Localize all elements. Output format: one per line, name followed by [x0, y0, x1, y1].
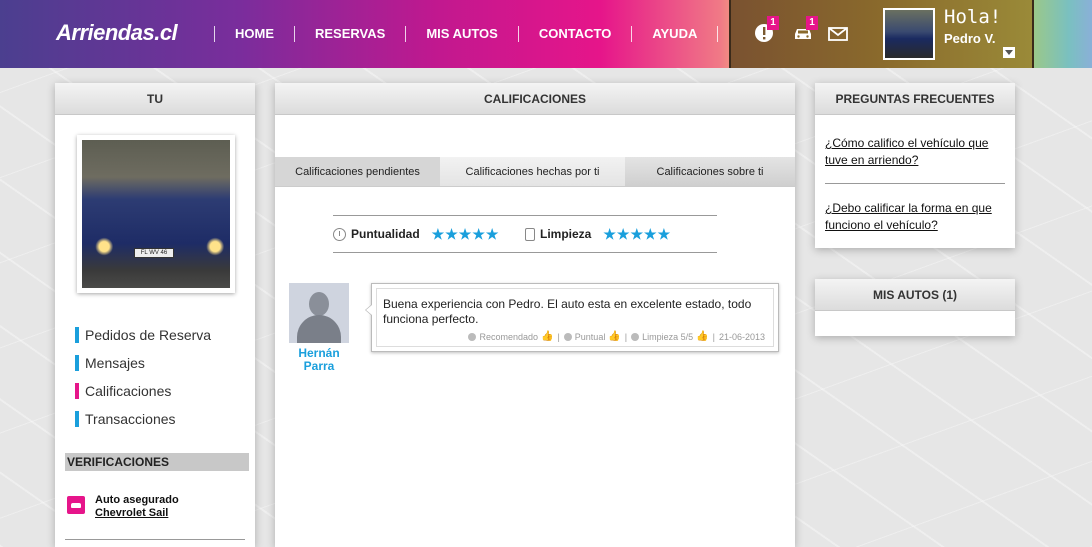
verifications-title: VERIFICACIONES — [65, 453, 249, 471]
rating-label: Limpieza — [540, 227, 592, 241]
nav-mis-autos[interactable]: MIS AUTOS — [406, 26, 518, 42]
star-rating: ★★★★★ — [603, 225, 672, 242]
faq-link-calificar-vehiculo[interactable]: ¿Cómo califico el vehículo que tuve en a… — [825, 135, 1005, 169]
nav-ayuda[interactable]: AYUDA — [632, 26, 717, 42]
left-panel: TU FL WV 46 Pedidos de Reserva Mensajes … — [55, 83, 255, 547]
avatar-head — [309, 292, 329, 316]
thumbs-up-icon: 👍 — [696, 331, 709, 342]
reviewer-name[interactable]: Hernán Parra — [289, 347, 349, 373]
clock-icon — [563, 332, 572, 341]
review-text: Buena experiencia con Pedro. El auto est… — [383, 297, 752, 326]
rating-puntualidad: Puntualidad ★★★★★ — [333, 226, 525, 243]
thumbs-up-icon: 👍 — [541, 331, 554, 342]
main-panel-title: CALIFICACIONES — [275, 83, 795, 115]
rating-summary: Puntualidad ★★★★★ Limpieza ★★★★★ — [333, 215, 717, 253]
review-card: Buena experiencia con Pedro. El auto est… — [365, 283, 779, 352]
greeting-text: Hola! — [944, 6, 1002, 28]
main-nav: HOME RESERVAS MIS AUTOS CONTACTO AYUDA — [214, 26, 719, 42]
rating-limpieza: Limpieza ★★★★★ — [525, 226, 717, 243]
user-icon — [468, 332, 477, 341]
menu-item-label: Pedidos de Reserva — [85, 327, 212, 343]
faq-title: PREGUNTAS FRECUENTES — [815, 83, 1015, 115]
my-cars-panel: MIS AUTOS (1) — [815, 279, 1015, 336]
nav-reservas[interactable]: RESERVAS — [295, 26, 405, 42]
left-panel-title: TU — [55, 83, 255, 115]
review-date: 21-06-2013 — [718, 331, 765, 342]
rating-tabs: Calificaciones pendientes Calificaciones… — [275, 157, 795, 187]
review-meta: Recomendado 👍 | Puntual 👍 | Limpieza 5/5… — [468, 331, 765, 342]
user-avatar[interactable] — [883, 8, 935, 60]
review-card-inner: Buena experiencia con Pedro. El auto est… — [376, 288, 774, 347]
nav-separator — [717, 26, 719, 42]
meta-limpieza: Limpieza 5/5 — [642, 331, 694, 342]
tab-sobre-ti[interactable]: Calificaciones sobre ti — [625, 157, 795, 186]
nav-contacto[interactable]: CONTACTO — [519, 26, 631, 42]
avatar-body — [297, 315, 341, 343]
site-logo[interactable]: Arriendas.cl — [56, 20, 178, 46]
menu-item-pedidos[interactable]: Pedidos de Reserva — [75, 321, 211, 349]
side-menu: Pedidos de Reserva Mensajes Calificacion… — [75, 321, 211, 433]
header-end-strip — [1034, 0, 1092, 68]
verification-label: Auto asegurado — [95, 494, 179, 506]
star-rating: ★★★★★ — [431, 225, 500, 242]
divider — [825, 183, 1005, 184]
meta-separator: | — [557, 331, 560, 342]
mail-icon[interactable] — [827, 22, 849, 44]
tab-hechas-por-ti[interactable]: Calificaciones hechas por ti — [440, 157, 625, 186]
verification-item: Auto asegurado Chevrolet Sail — [67, 494, 179, 520]
menu-item-label: Calificaciones — [85, 383, 172, 399]
thumbs-up-icon: 👍 — [608, 331, 621, 342]
verification-text: Auto asegurado Chevrolet Sail — [95, 494, 179, 520]
faq-link-calificar-funcionamiento[interactable]: ¿Debo calificar la forma en que funciono… — [825, 200, 1005, 234]
tab-pendientes[interactable]: Calificaciones pendientes — [275, 157, 440, 186]
car-image: FL WV 46 — [82, 140, 230, 288]
divider — [65, 539, 245, 540]
meta-recomendado: Recomendado — [479, 331, 538, 342]
menu-marker — [75, 411, 79, 427]
reviewer-avatar[interactable] — [289, 283, 349, 343]
menu-marker — [75, 327, 79, 343]
my-cars-title[interactable]: MIS AUTOS (1) — [815, 279, 1015, 311]
faq-panel: PREGUNTAS FRECUENTES ¿Cómo califico el v… — [815, 83, 1015, 248]
verification-car-link[interactable]: Chevrolet Sail — [95, 507, 179, 520]
cars-badge: 1 — [806, 16, 818, 30]
license-plate: FL WV 46 — [134, 248, 174, 258]
cleaning-icon — [525, 227, 535, 241]
clock-icon — [333, 227, 346, 241]
user-name[interactable]: Pedro V. — [944, 31, 996, 46]
nav-home[interactable]: HOME — [215, 26, 294, 42]
menu-item-transacciones[interactable]: Transacciones — [75, 405, 211, 433]
reviewer-last-name: Parra — [303, 359, 335, 373]
chevron-down-icon[interactable] — [1003, 47, 1015, 58]
rating-label: Puntualidad — [351, 227, 420, 241]
meta-puntual: Puntual — [574, 331, 606, 342]
meta-separator: | — [712, 331, 715, 342]
menu-item-calificaciones[interactable]: Calificaciones — [75, 377, 211, 405]
menu-item-mensajes[interactable]: Mensajes — [75, 349, 211, 377]
main-panel: CALIFICACIONES Calificaciones pendientes… — [275, 83, 795, 547]
cleaning-icon — [631, 332, 640, 341]
menu-item-label: Transacciones — [85, 411, 176, 427]
menu-marker — [75, 355, 79, 371]
profile-car-photo: FL WV 46 — [77, 135, 235, 293]
alerts-badge: 1 — [767, 16, 779, 30]
menu-item-label: Mensajes — [85, 355, 145, 371]
insured-car-icon — [67, 496, 85, 514]
meta-separator: | — [624, 331, 628, 342]
menu-marker-active — [75, 383, 79, 399]
